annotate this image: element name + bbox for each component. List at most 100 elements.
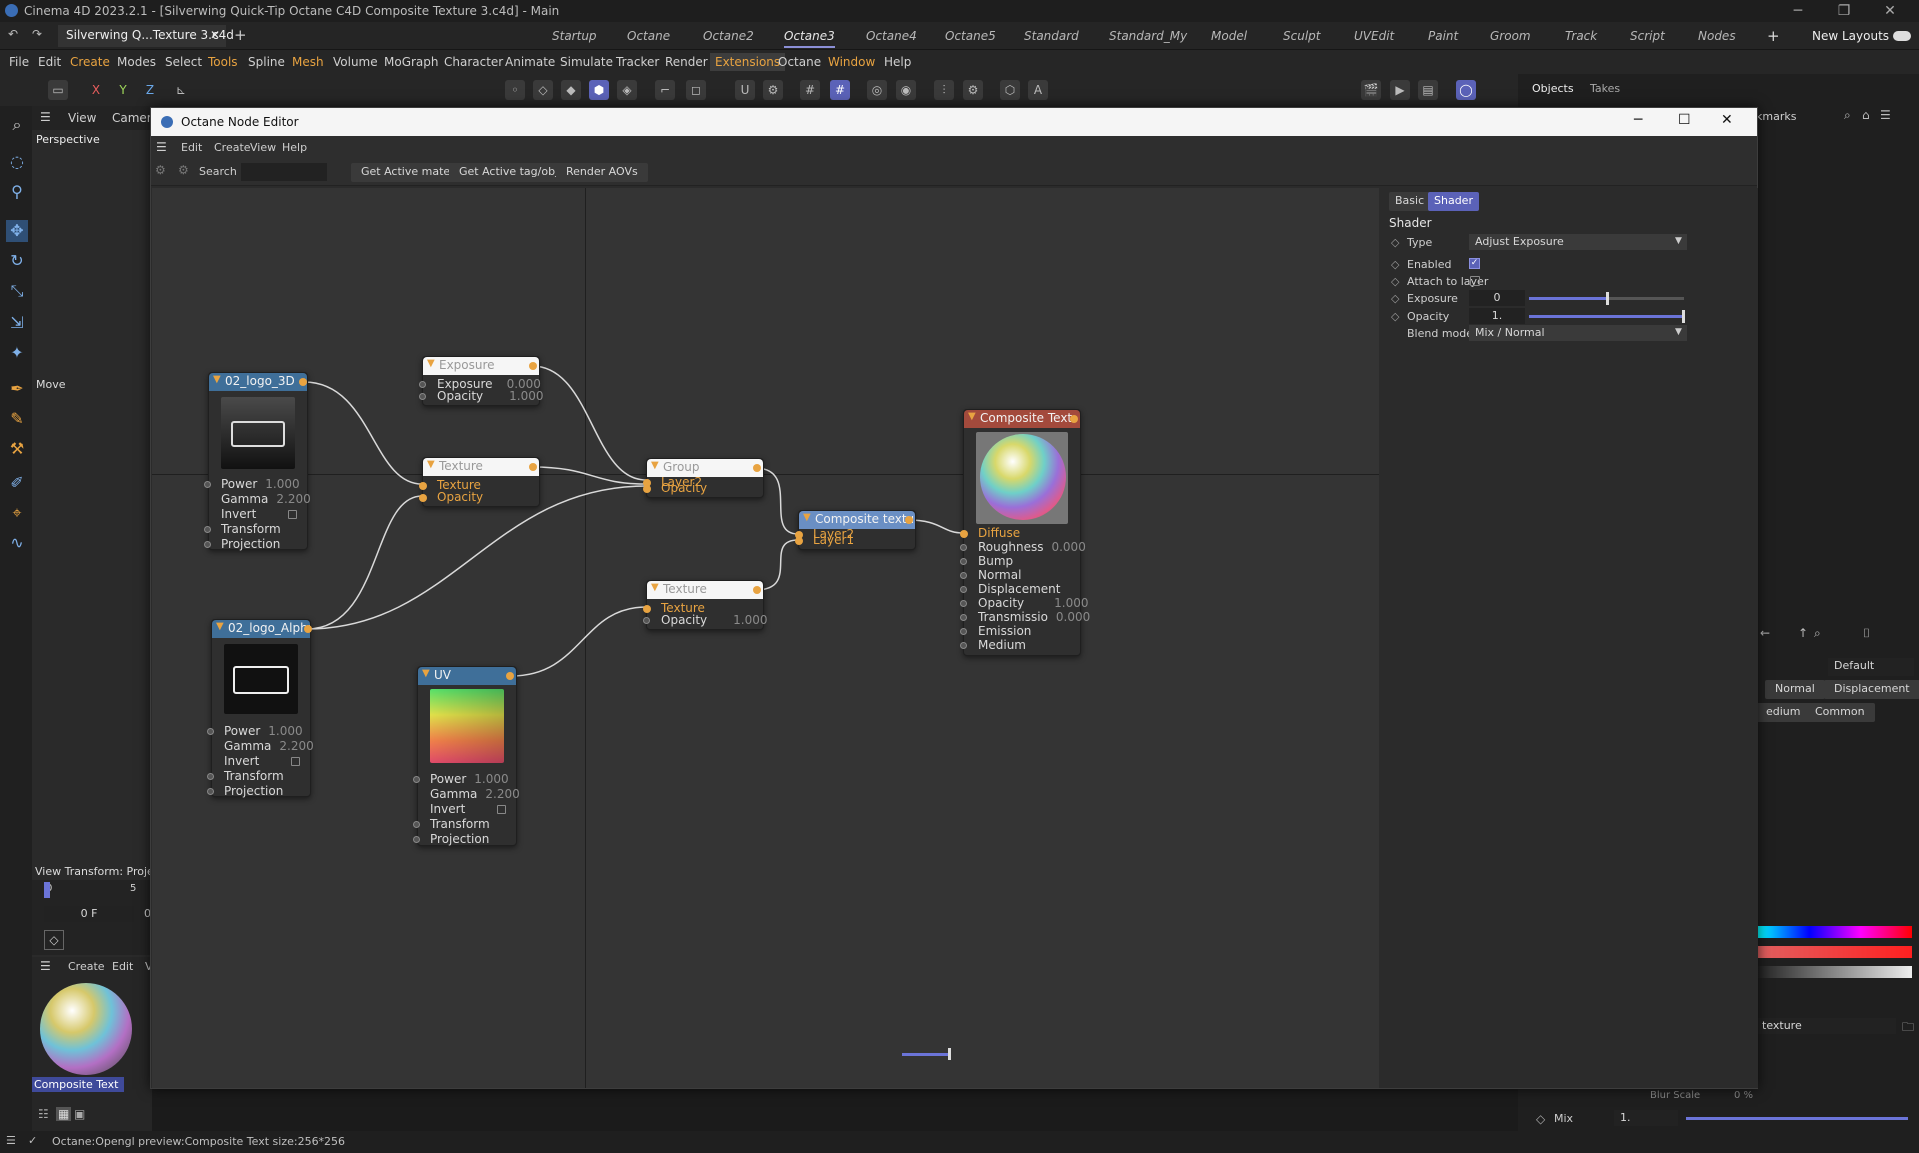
brush-icon[interactable]: ✎ [6, 408, 28, 430]
filter-icon[interactable]: ☰ [1880, 108, 1891, 122]
transform-icon[interactable]: ⇲ [6, 312, 28, 334]
layout-uvedit[interactable]: UVEdit [1354, 29, 1394, 43]
menu-file[interactable]: File [9, 55, 29, 69]
tab-shader[interactable]: Shader [1428, 192, 1479, 211]
render-aovs-button[interactable]: Render AOVs [556, 163, 648, 182]
displacement-tab[interactable]: Displacement [1824, 680, 1919, 699]
rotate-tool-icon[interactable]: ↻ [6, 250, 28, 272]
opacity-slider-handle[interactable] [1682, 310, 1685, 323]
opacity-keyframe-icon[interactable]: ◇ [1391, 310, 1399, 323]
menu-spline[interactable]: Spline [248, 55, 285, 69]
tweak-mode-icon[interactable]: ◻ [686, 80, 706, 100]
type-chevron-down-icon[interactable]: ▼ [1675, 236, 1682, 246]
ne-menu-help[interactable]: Help [282, 141, 307, 154]
common-tab[interactable]: Common [1805, 703, 1875, 722]
menu-select[interactable]: Select [165, 55, 202, 69]
normal-tab[interactable]: Normal [1765, 680, 1825, 699]
node-canvas[interactable]: 02_logo_3D Power1.000 Gamma2.200 Invert … [152, 188, 1379, 1088]
blur-scale-value[interactable]: 0 % [1734, 1090, 1753, 1101]
blend-chevron-down-icon[interactable]: ▼ [1675, 327, 1682, 337]
enabled-checkbox[interactable]: ✓ [1469, 258, 1480, 269]
menu-volume[interactable]: Volume [333, 55, 378, 69]
close-icon[interactable]: ✕ [1867, 0, 1913, 22]
mix-slider[interactable] [1686, 1117, 1908, 1120]
node-logo-alpha[interactable]: 02_logo_Alpha Power1.000 Gamma2.200 Inve… [207, 619, 314, 798]
material-name[interactable]: Composite Text [32, 1077, 124, 1092]
node-texture-layer-2[interactable]: Texture Texture Opacity1.000 [643, 580, 768, 630]
grid-icon[interactable]: # [800, 80, 820, 100]
keyframe-icon[interactable]: ◇ [44, 930, 64, 950]
status-menu-icon[interactable]: ☰ [6, 1134, 16, 1147]
layout-octane2[interactable]: Octane2 [703, 29, 754, 43]
takes-tab[interactable]: Takes [1590, 82, 1620, 95]
snap-icon[interactable]: U [735, 80, 755, 100]
axis-x-button[interactable]: X [86, 80, 106, 100]
material-menu-icon[interactable]: ☰ [40, 959, 51, 973]
mix-value[interactable]: 1. [1614, 1110, 1678, 1126]
octane-cube-icon[interactable]: ⬡ [1000, 80, 1020, 100]
new-layouts-label[interactable]: New Layouts [1812, 29, 1889, 43]
axis-mode-icon[interactable]: ⌐ [655, 80, 675, 100]
layout-startup[interactable]: Startup [552, 29, 597, 43]
gear-icon[interactable]: ⚙ [155, 163, 166, 177]
attach-to-layer-checkbox[interactable] [1470, 276, 1480, 286]
search-input[interactable] [241, 163, 327, 181]
node-editor-titlebar[interactable]: Octane Node Editor ─ ☐ ✕ [151, 108, 1757, 136]
hamburger-icon[interactable]: ☰ [40, 110, 51, 124]
layout-octane5[interactable]: Octane5 [945, 29, 996, 43]
list-view-icon[interactable]: ☷ [38, 1107, 49, 1121]
octane-a-icon[interactable]: A [1028, 80, 1048, 100]
grid-view-icon[interactable]: ▦ [56, 1107, 72, 1121]
minimize-icon[interactable]: ─ [1775, 0, 1821, 22]
home-icon[interactable]: ⌂ [1862, 108, 1870, 122]
node-logo-3d-output-pin[interactable] [299, 378, 307, 386]
ne-menu-view[interactable]: View [250, 141, 276, 154]
render-active-icon[interactable]: ▶ [1390, 80, 1410, 100]
workplane-icon[interactable]: # [830, 80, 850, 100]
axis-z-button[interactable]: Z [140, 80, 160, 100]
zoom-slider[interactable] [902, 1053, 950, 1056]
add-layout-icon[interactable]: + [1767, 27, 1780, 45]
search-icon[interactable]: ⌕ [6, 114, 28, 136]
tab-basic[interactable]: Basic [1389, 192, 1431, 211]
type-keyframe-icon[interactable]: ◇ [1391, 236, 1399, 249]
attr-search-icon[interactable]: ⌕ [1814, 626, 1821, 641]
enabled-keyframe-icon[interactable]: ◇ [1391, 258, 1399, 271]
opacity-value-field[interactable]: 1. [1469, 308, 1525, 324]
layout-track[interactable]: Track [1565, 29, 1597, 43]
node-texture-layer-1-output-pin[interactable] [529, 463, 537, 471]
layer-default-dropdown[interactable]: Default [1828, 658, 1914, 676]
symmetry-icon[interactable]: ⫶ [934, 80, 954, 100]
attr-up-icon[interactable]: ↑ [1798, 626, 1808, 640]
layout-octane3[interactable]: Octane3 [784, 29, 835, 48]
node-composite-text-output-pin[interactable] [1070, 415, 1078, 423]
node-exposure-output-pin[interactable] [529, 362, 537, 370]
mix-keyframe-icon[interactable]: ◇ [1536, 1112, 1545, 1126]
node-logo-3d[interactable]: 02_logo_3D Power1.000 Gamma2.200 Invert … [204, 372, 311, 551]
texture-field[interactable]: texture [1756, 1018, 1896, 1034]
node-composite-texture[interactable]: Composite textur Layer2 Layer1 [795, 510, 916, 550]
new-layouts-toggle[interactable] [1893, 31, 1911, 41]
objects-search-icon[interactable]: ⌕ [1844, 108, 1851, 123]
scale-tool-icon[interactable]: ⤡ [6, 280, 28, 302]
menu-mesh[interactable]: Mesh [292, 55, 324, 69]
coordinate-system-icon[interactable]: ⊾ [171, 80, 191, 100]
exposure-slider-handle[interactable] [1606, 292, 1609, 305]
layout-standard-my[interactable]: Standard_My [1109, 29, 1187, 43]
knife-icon[interactable]: ⚒ [6, 438, 28, 460]
menu-tracker[interactable]: Tracker [616, 55, 659, 69]
layout-paint[interactable]: Paint [1428, 29, 1458, 43]
redo-icon[interactable]: ↷ [32, 27, 42, 41]
render-settings-icon[interactable]: ◉ [896, 80, 916, 100]
menu-tools[interactable]: Tools [208, 55, 238, 69]
viewport-view-menu[interactable]: View [68, 111, 96, 125]
tweak-tool-icon[interactable]: ✦ [6, 342, 28, 364]
layout-model[interactable]: Model [1211, 29, 1247, 43]
logo-3d-invert-checkbox[interactable] [288, 510, 297, 519]
snap-settings-icon[interactable]: ⚙ [763, 80, 783, 100]
measure-icon[interactable]: ⌖ [6, 502, 28, 524]
layout-sculpt[interactable]: Sculpt [1283, 29, 1320, 43]
node-composite-text-material[interactable]: Composite Text Diffuse Roughness0.000 Bu… [960, 409, 1090, 656]
menu-simulate[interactable]: Simulate [560, 55, 613, 69]
node-group[interactable]: Group Layer2 Opacity [643, 458, 764, 498]
